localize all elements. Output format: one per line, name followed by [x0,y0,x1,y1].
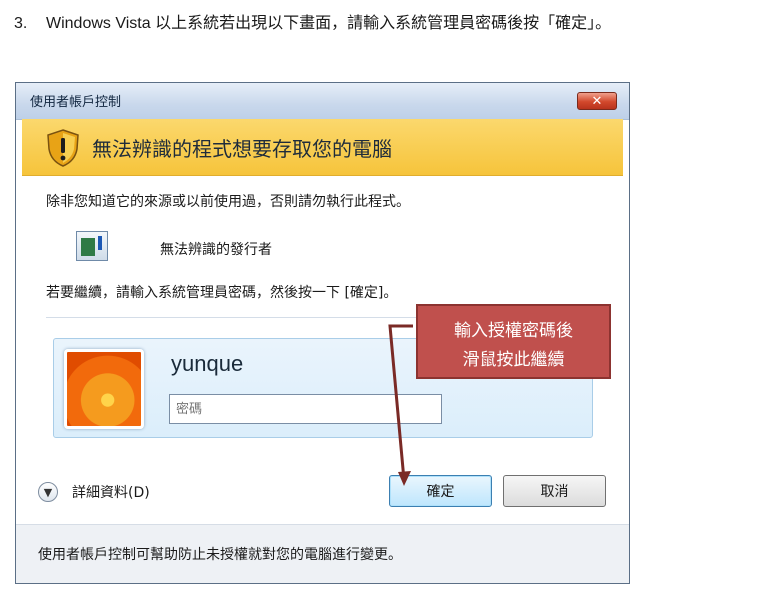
warning-banner: 無法辨識的程式想要存取您的電腦 [22,119,623,176]
dialog-footer: 使用者帳戶控制可幫助防止未授權就對您的電腦進行變更。 [16,524,629,583]
instruction-text: 若要繼續，請輸入系統管理員密碼，然後按一下 [確定]。 [46,285,398,301]
details-toggle[interactable]: ▼ 詳細資料(D) [38,482,150,502]
dialog-titlebar: 使用者帳戶控制 ✕ [16,83,629,120]
password-field[interactable] [169,394,442,424]
ok-button[interactable]: 確定 [389,475,492,507]
program-icon [76,231,108,261]
step-instruction: 3. Windows Vista 以上系統若出現以下畫面，請輸入系統管理員密碼後按… [14,12,774,36]
username-label: yunque [171,351,244,376]
dialog-title: 使用者帳戶控制 [30,95,122,110]
callout-line2: 滑鼠按此繼續 [462,350,565,370]
footer-text: 使用者帳戶控制可幫助防止未授權就對您的電腦進行變更。 [38,547,402,563]
callout-line1: 輸入授權密碼後 [454,321,573,341]
chevron-down-icon[interactable]: ▼ [38,482,58,502]
step-number: 3. [14,15,28,32]
annotation-callout: 輸入授權密碼後 滑鼠按此繼續 [416,304,611,379]
publisher-name: 無法辨識的發行者 [160,242,272,258]
step-text: Windows Vista 以上系統若出現以下畫面，請輸入系統管理員密碼後按「確… [46,15,612,32]
close-icon: ✕ [591,93,603,109]
cancel-button[interactable]: 取消 [503,475,606,507]
user-avatar [64,349,144,429]
details-label: 詳細資料(D) [72,485,150,501]
description-text: 除非您知道它的來源或以前使用過，否則請勿執行此程式。 [46,194,410,210]
shield-warning-icon [47,129,79,167]
banner-heading: 無法辨識的程式想要存取您的電腦 [92,137,392,161]
close-button[interactable]: ✕ [577,92,617,110]
